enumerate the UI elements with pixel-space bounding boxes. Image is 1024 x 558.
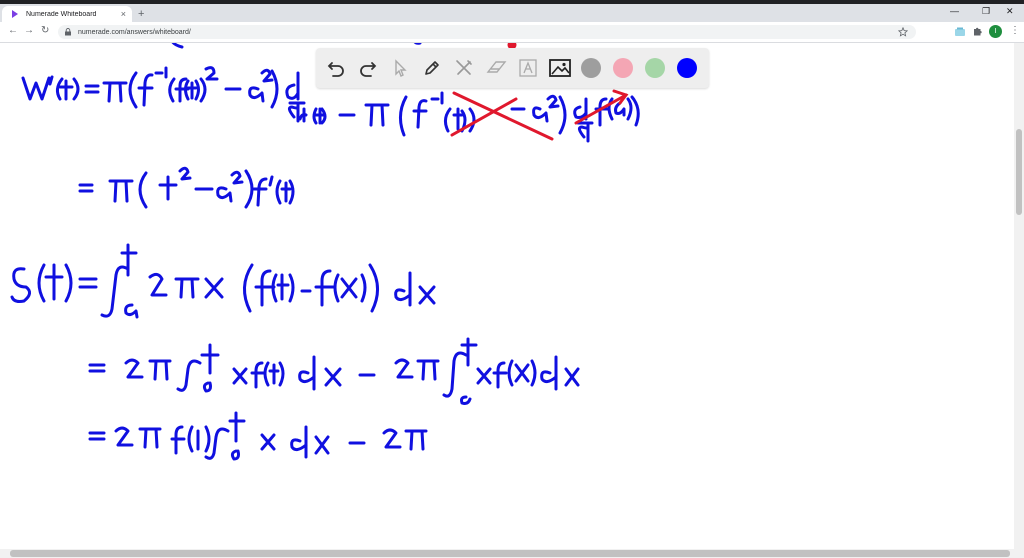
image-icon bbox=[549, 59, 571, 77]
menu-icon[interactable]: ⋮ bbox=[1010, 25, 1020, 36]
color-gray-swatch[interactable] bbox=[581, 58, 601, 78]
extension-icon[interactable] bbox=[954, 26, 966, 38]
vertical-scroll-thumb[interactable] bbox=[1016, 129, 1022, 215]
image-tool-button[interactable] bbox=[548, 56, 572, 80]
reload-icon[interactable]: ↻ bbox=[41, 25, 49, 36]
pen-icon bbox=[425, 61, 439, 75]
color-pink-swatch[interactable] bbox=[613, 58, 633, 78]
text-tool-button[interactable] bbox=[516, 56, 540, 80]
horizontal-scroll-thumb[interactable] bbox=[10, 550, 1010, 557]
tab-strip: Numerade Whiteboard × + — ❐ ✕ bbox=[0, 4, 1024, 22]
back-icon[interactable]: ← bbox=[8, 25, 18, 36]
redo-button[interactable] bbox=[356, 56, 380, 80]
close-window-icon[interactable]: ✕ bbox=[1006, 6, 1014, 17]
tools-button[interactable] bbox=[452, 56, 476, 80]
profile-avatar[interactable]: I bbox=[989, 25, 1002, 38]
text-icon bbox=[519, 59, 537, 77]
tab-close-icon[interactable]: × bbox=[121, 9, 126, 19]
bookmark-star-icon[interactable] bbox=[898, 27, 908, 37]
tab-numerade-whiteboard[interactable]: Numerade Whiteboard × bbox=[2, 6, 132, 22]
numerade-favicon-icon bbox=[12, 10, 18, 18]
url-text: numerade.com/answers/whiteboard/ bbox=[78, 28, 191, 36]
whiteboard-canvas[interactable] bbox=[0, 43, 1014, 549]
puzzle-icon[interactable] bbox=[972, 26, 983, 37]
tab-title: Numerade Whiteboard bbox=[26, 10, 97, 18]
maximize-icon[interactable]: ❐ bbox=[982, 6, 990, 17]
pen-tool-button[interactable] bbox=[420, 56, 444, 80]
undo-icon bbox=[327, 62, 344, 77]
lock-icon bbox=[65, 28, 71, 36]
eraser-icon bbox=[486, 61, 507, 73]
color-blue-swatch[interactable] bbox=[677, 58, 697, 78]
color-green-swatch[interactable] bbox=[645, 58, 665, 78]
handwriting-layer bbox=[10, 43, 640, 461]
vertical-scrollbar[interactable] bbox=[1014, 43, 1024, 549]
address-bar[interactable]: numerade.com/answers/whiteboard/ bbox=[58, 25, 916, 39]
navigation-bar: ← → ↻ numerade.com/answers/whiteboard/ I… bbox=[0, 22, 1024, 43]
undo-button[interactable] bbox=[324, 56, 348, 80]
minimize-icon[interactable]: — bbox=[950, 6, 959, 16]
redo-icon bbox=[360, 62, 377, 77]
new-tab-button[interactable]: + bbox=[138, 8, 144, 20]
pointer-icon bbox=[395, 59, 407, 77]
tools-icon bbox=[456, 60, 472, 75]
whiteboard-toolbar bbox=[316, 48, 709, 88]
eraser-tool-button[interactable] bbox=[484, 56, 508, 80]
forward-icon[interactable]: → bbox=[24, 25, 34, 36]
horizontal-scrollbar[interactable] bbox=[0, 549, 1024, 558]
select-tool-button[interactable] bbox=[388, 56, 412, 80]
